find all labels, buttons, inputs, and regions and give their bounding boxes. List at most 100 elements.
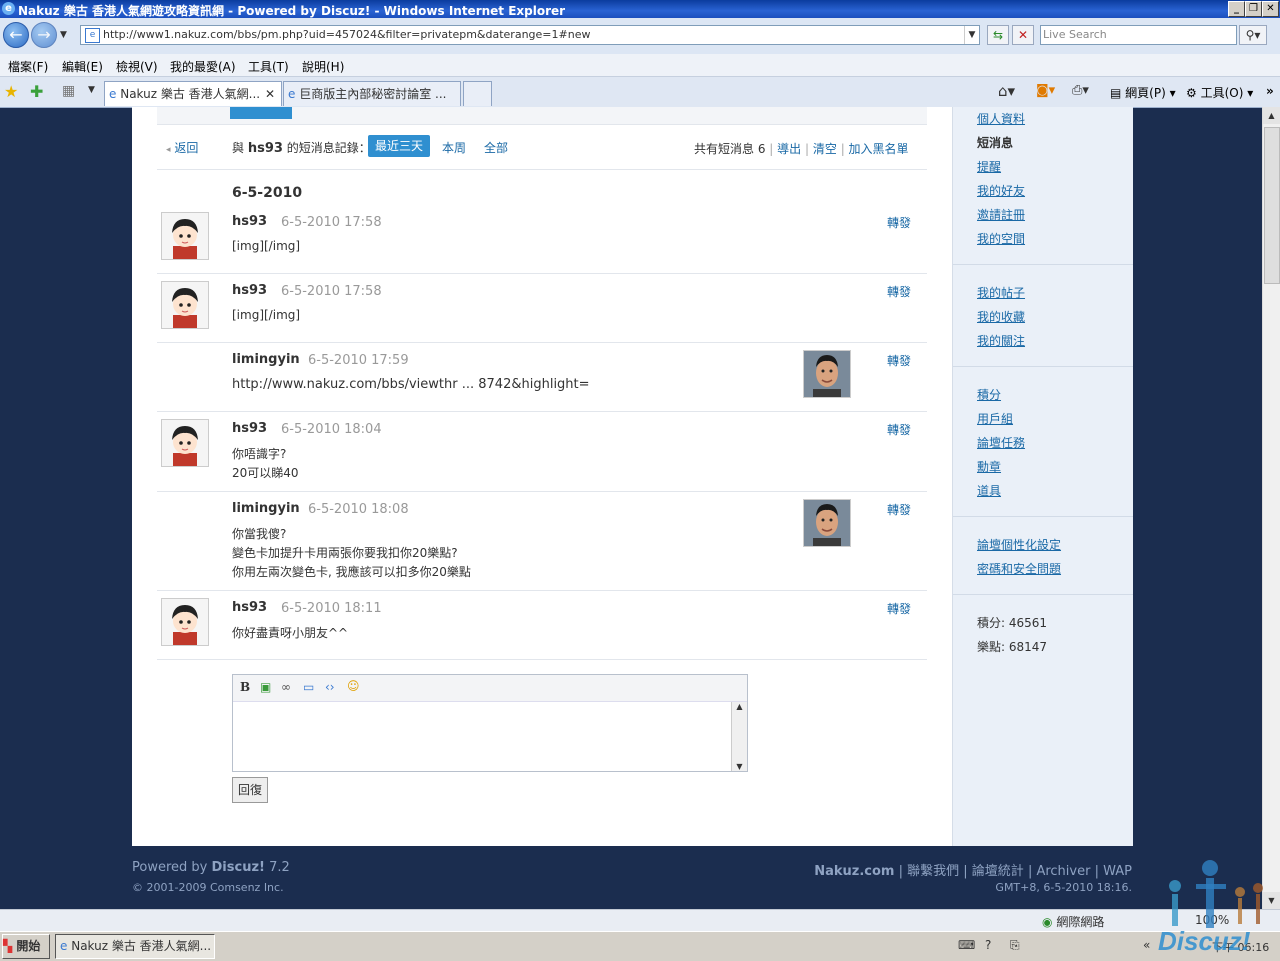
tab-list-dropdown-icon[interactable]: ▼ — [88, 85, 95, 95]
keyboard-icon[interactable]: ⌨ — [958, 938, 975, 952]
forward-button[interactable]: → — [31, 22, 57, 48]
message-author[interactable]: limingyin — [232, 501, 300, 516]
scroll-up-icon[interactable]: ▲ — [1263, 107, 1280, 124]
bold-icon[interactable]: B — [240, 680, 250, 694]
taskbar-item-ie[interactable]: e Nakuz 樂古 香港人氣網... — [55, 934, 215, 959]
search-icon[interactable]: ⚲▾ — [1239, 25, 1267, 45]
page-menu[interactable]: ▤ 網頁(P) ▾ — [1110, 84, 1176, 101]
scroll-down-icon[interactable]: ▼ — [732, 762, 747, 771]
pm-tab-active[interactable] — [230, 107, 292, 119]
toolbar-overflow-icon[interactable]: » — [1266, 84, 1274, 98]
menu-file[interactable]: 檔案(F) — [8, 58, 48, 75]
filter-last-three-days[interactable]: 最近三天 — [368, 135, 430, 157]
back-link[interactable]: ◂ 返回 — [166, 139, 198, 156]
new-tab-button[interactable] — [463, 81, 492, 106]
avatar-hs93[interactable] — [161, 212, 209, 260]
avatar-limingyin[interactable] — [803, 499, 851, 547]
quick-tabs-icon[interactable]: ▦ — [62, 83, 75, 99]
footer-site-link[interactable]: Nakuz.com — [814, 864, 894, 879]
forward-link[interactable]: 轉發 — [887, 600, 911, 617]
message-author[interactable]: hs93 — [232, 600, 267, 615]
sidebar-item-invite[interactable]: 邀請註冊 — [977, 206, 1025, 223]
filter-all[interactable]: 全部 — [484, 139, 508, 156]
stop-button[interactable]: ✕ — [1012, 25, 1034, 45]
menu-favorites[interactable]: 我的最愛(A) — [170, 58, 236, 75]
feeds-icon[interactable]: ◙▾ — [1036, 83, 1055, 98]
footer-archiver-link[interactable]: Archiver — [1036, 864, 1090, 879]
code-icon[interactable]: ‹› — [325, 680, 335, 694]
smiley-icon[interactable]: ☺ — [347, 679, 360, 693]
sidebar-item-notices[interactable]: 提醒 — [977, 158, 1001, 175]
clear-link[interactable]: 清空 — [813, 142, 837, 156]
quote-icon[interactable]: ▭ — [303, 680, 314, 694]
scroll-thumb[interactable] — [1264, 127, 1280, 284]
sidebar-item-space[interactable]: 我的空間 — [977, 230, 1025, 247]
address-dropdown-icon[interactable]: ▼ — [964, 26, 979, 44]
zoom-level[interactable]: 100% — [1195, 913, 1229, 927]
sidebar-item-pm[interactable]: 短消息 — [977, 134, 1013, 151]
menu-view[interactable]: 檢視(V) — [116, 58, 158, 75]
refresh-button[interactable]: ⇆ — [987, 25, 1009, 45]
sidebar-item-favorites[interactable]: 我的收藏 — [977, 308, 1025, 325]
print-icon[interactable]: ⎙▾ — [1072, 83, 1089, 98]
forward-link[interactable]: 轉發 — [887, 214, 911, 231]
message-author[interactable]: limingyin — [232, 352, 300, 367]
avatar-hs93[interactable] — [161, 598, 209, 646]
sidebar-item-medals[interactable]: 勳章 — [977, 458, 1001, 475]
forward-link[interactable]: 轉發 — [887, 283, 911, 300]
home-icon[interactable]: ⌂▾ — [998, 82, 1015, 100]
page-scrollbar[interactable]: ▲ ▼ — [1262, 107, 1280, 909]
tab-secret-room[interactable]: e 巨商版主內部秘密討論室 ... — [283, 81, 461, 106]
reply-button[interactable]: 回復 — [232, 777, 268, 803]
close-window-button[interactable]: ✕ — [1262, 1, 1279, 17]
avatar-hs93[interactable] — [161, 419, 209, 467]
sidebar-item-follows[interactable]: 我的關注 — [977, 332, 1025, 349]
tab-nakuz[interactable]: e Nakuz 樂古 香港人氣網... ✕ — [104, 81, 282, 106]
tools-menu[interactable]: ⚙ 工具(O) ▾ — [1186, 84, 1253, 101]
tray-icon[interactable]: ⎘ — [1010, 938, 1020, 953]
sidebar-item-personalize[interactable]: 論壇個性化設定 — [977, 536, 1061, 553]
history-dropdown-icon[interactable]: ▼ — [60, 30, 67, 40]
footer-contact-link[interactable]: 聯繫我們 — [907, 864, 959, 879]
sidebar-item-posts[interactable]: 我的帖子 — [977, 284, 1025, 301]
sidebar-item-items[interactable]: 道具 — [977, 482, 1001, 499]
forward-link[interactable]: 轉發 — [887, 352, 911, 369]
message-author[interactable]: hs93 — [232, 214, 267, 229]
message-link[interactable]: http://www.nakuz.com/bbs/viewthr ... 874… — [232, 377, 590, 392]
blacklist-link[interactable]: 加入黑名單 — [849, 142, 909, 156]
address-bar[interactable]: e http://www1.nakuz.com/bbs/pm.php?uid=4… — [80, 25, 980, 45]
sidebar-item-friends[interactable]: 我的好友 — [977, 182, 1025, 199]
avatar-hs93[interactable] — [161, 281, 209, 329]
forward-link[interactable]: 轉發 — [887, 421, 911, 438]
image-icon[interactable]: ▣ — [260, 680, 271, 694]
help-icon[interactable]: ? — [985, 938, 991, 952]
link-icon[interactable]: ∞ — [281, 680, 291, 694]
message-author[interactable]: hs93 — [232, 283, 267, 298]
sidebar-item-usergroup[interactable]: 用戶組 — [977, 410, 1013, 427]
footer-wap-link[interactable]: WAP — [1103, 864, 1132, 879]
start-button[interactable]: ▚ 開始 — [2, 934, 50, 959]
menu-help[interactable]: 說明(H) — [302, 58, 344, 75]
sidebar-item-security[interactable]: 密碼和安全問題 — [977, 560, 1061, 577]
editor-scrollbar[interactable]: ▲ ▼ — [731, 702, 747, 771]
footer-stats-link[interactable]: 論壇統計 — [972, 864, 1024, 879]
favorites-star-icon[interactable]: ★ — [4, 82, 18, 101]
scroll-down-icon[interactable]: ▼ — [1263, 892, 1280, 909]
tray-expand-icon[interactable]: « — [1143, 938, 1150, 952]
menu-edit[interactable]: 編輯(E) — [62, 58, 103, 75]
export-link[interactable]: 導出 — [777, 142, 801, 156]
add-favorite-icon[interactable]: ✚ — [30, 82, 43, 101]
minimize-button[interactable]: _ — [1228, 1, 1245, 17]
sidebar-item-profile[interactable]: 個人資料 — [977, 110, 1025, 127]
close-tab-icon[interactable]: ✕ — [265, 82, 275, 106]
sidebar-item-tasks[interactable]: 論壇任務 — [977, 434, 1025, 451]
scroll-up-icon[interactable]: ▲ — [732, 702, 747, 711]
reply-textarea[interactable] — [233, 702, 730, 771]
forward-link[interactable]: 轉發 — [887, 501, 911, 518]
back-button[interactable]: ← — [3, 22, 29, 48]
search-input[interactable]: Live Search — [1040, 25, 1237, 45]
sidebar-item-credits[interactable]: 積分 — [977, 386, 1001, 403]
filter-this-week[interactable]: 本周 — [442, 139, 466, 156]
message-author[interactable]: hs93 — [232, 421, 267, 436]
powered-brand[interactable]: Discuz! — [212, 860, 265, 875]
